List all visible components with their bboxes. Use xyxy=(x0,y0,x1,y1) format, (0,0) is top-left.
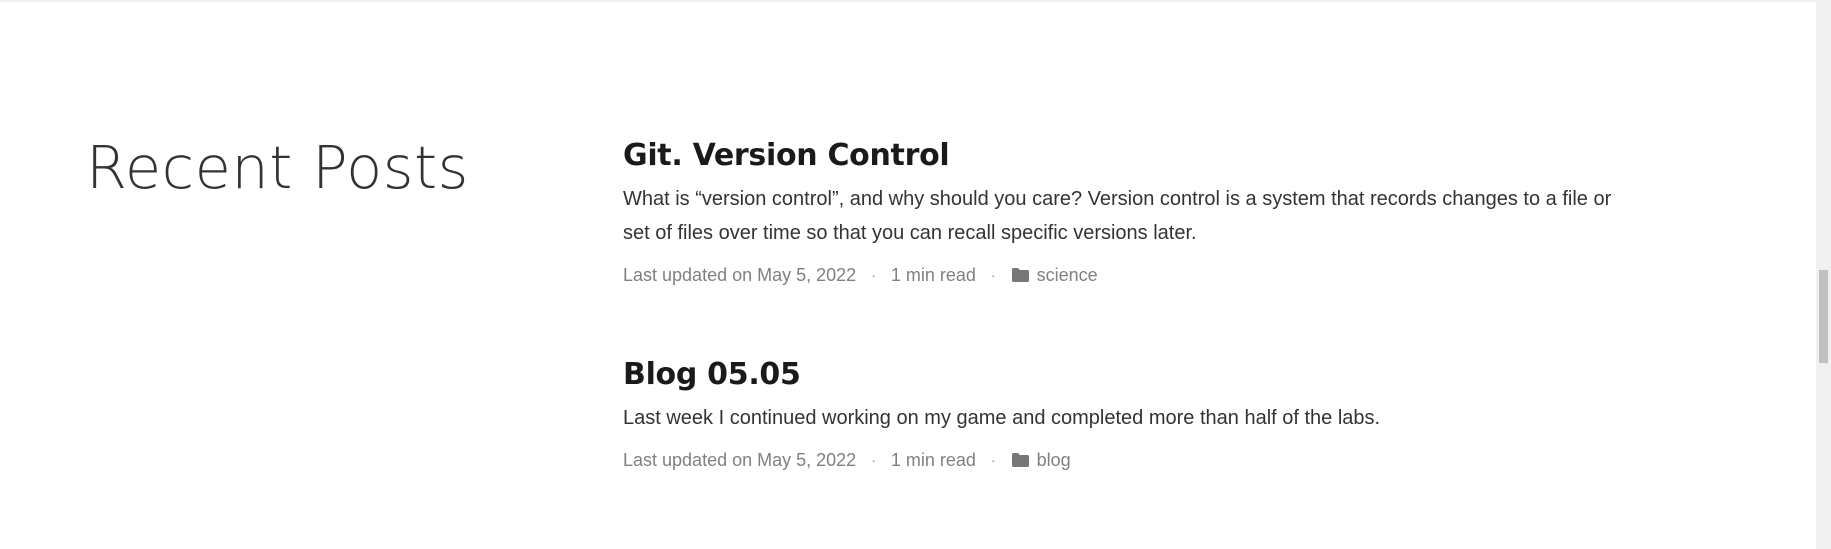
post-read-time: 1 min read xyxy=(890,265,976,285)
post-meta: Last updated on May 5, 2022 · 1 min read… xyxy=(623,447,1643,473)
post-item: Git. Version Control What is “version co… xyxy=(623,134,1643,288)
post-excerpt: What is “version control”, and why shoul… xyxy=(623,188,1612,244)
post-title-link[interactable]: Blog 05.05 xyxy=(623,353,1643,397)
post-updated-date: Last updated on May 5, 2022 xyxy=(623,265,857,285)
post-category-link[interactable]: science xyxy=(1037,262,1098,288)
meta-separator: · xyxy=(990,267,996,283)
post-list: Git. Version Control What is “version co… xyxy=(623,134,1643,538)
section-heading: Recent Posts xyxy=(86,133,469,202)
post-read-time: 1 min read xyxy=(890,450,976,470)
meta-separator: · xyxy=(871,452,876,468)
folder-icon xyxy=(1011,267,1030,283)
post-excerpt: Last week I continued working on my game… xyxy=(623,407,1381,429)
folder-icon xyxy=(1011,452,1030,468)
post-meta: Last updated on May 5, 2022 · 1 min read… xyxy=(623,262,1643,288)
post-category-link[interactable]: blog xyxy=(1037,447,1071,473)
post-item: Blog 05.05 Last week I continued working… xyxy=(623,353,1643,473)
meta-separator: · xyxy=(871,267,876,283)
scrollbar-thumb[interactable] xyxy=(1819,270,1828,363)
meta-separator: · xyxy=(990,452,996,468)
post-updated-date: Last updated on May 5, 2022 xyxy=(623,450,857,470)
top-divider xyxy=(0,0,1816,2)
scrollbar-track[interactable] xyxy=(1816,0,1831,549)
post-title-link[interactable]: Git. Version Control xyxy=(623,134,1643,178)
